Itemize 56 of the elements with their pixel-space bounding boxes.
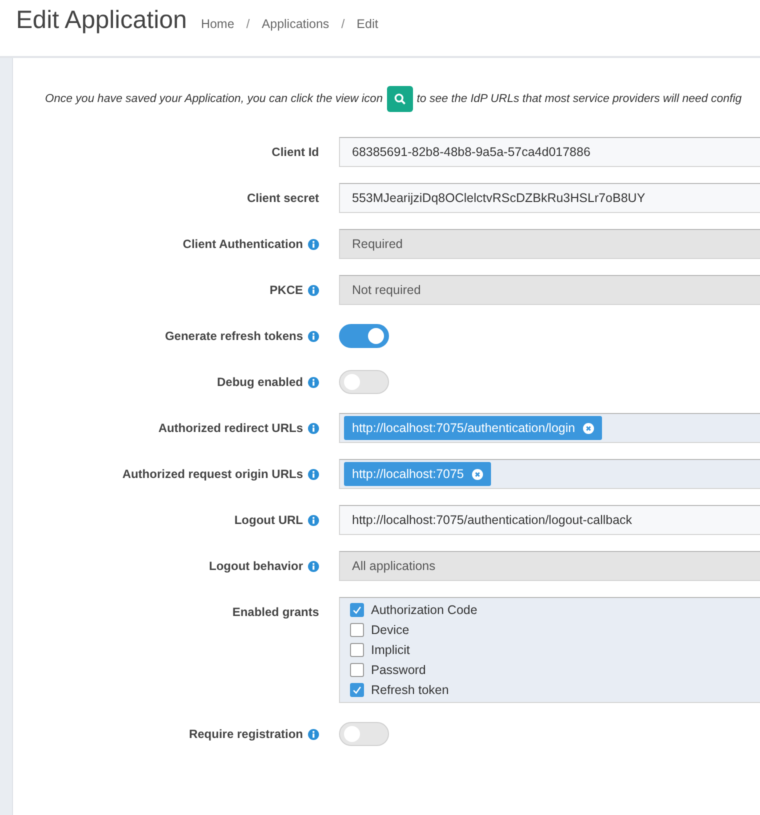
field-label: Debug enabled [216,375,303,389]
text-field[interactable]: 68385691-82b8-48b8-9a5a-57ca4d017886 [339,137,760,167]
select-field[interactable]: All applications [339,551,760,581]
text-field[interactable]: 553MJearijziDq8OClelctvRScDZBkRu3HSLr7oB8UY [339,183,760,213]
toggle-switch[interactable] [339,722,389,746]
field-label: Client secret [246,191,319,205]
field-label: Authorized redirect URLs [158,421,303,435]
field-label: Generate refresh tokens [164,329,303,343]
search-icon [394,93,406,105]
field-label: Client Id [272,145,319,159]
checkbox-label: Implicit [371,643,410,657]
toggle-switch[interactable] [339,370,389,394]
field-label: Client Authentication [182,237,303,251]
field-label: Logout URL [234,513,303,527]
breadcrumb-link[interactable]: Applications [262,17,330,31]
url-tag: http://localhost:7075 [344,462,491,486]
breadcrumb-separator: / [341,17,345,31]
select-field[interactable]: Required [339,229,760,259]
field-label: Authorized request origin URLs [122,467,303,481]
tags-field[interactable]: http://localhost:7075 [339,459,760,489]
info-icon[interactable] [308,330,319,342]
checkbox[interactable] [350,623,364,637]
checkbox-label: Authorization Code [371,603,478,617]
text-field[interactable]: http://localhost:7075/authentication/logout-callback [339,505,760,535]
field-label: Logout behavior [209,559,303,573]
view-button[interactable] [386,86,413,112]
info-icon[interactable] [308,728,319,740]
select-field[interactable]: Not required [339,275,760,305]
info-icon[interactable] [308,376,319,388]
checkbox[interactable] [350,603,364,617]
breadcrumb-separator: / [246,17,250,31]
url-tag: http://localhost:7075/authentication/login [344,416,602,440]
field-label: PKCE [270,283,303,297]
checkbox-label: Device [371,623,410,637]
checkbox-label: Refresh token [371,683,449,697]
info-icon[interactable] [308,514,319,526]
info-icon[interactable] [308,560,319,572]
breadcrumb-link[interactable]: Edit [356,17,378,31]
page-title: Edit Application [16,6,187,35]
field-label: Require registration [188,727,303,741]
checkbox-label: Password [371,663,426,677]
info-icon[interactable] [308,468,319,480]
info-icon[interactable] [308,284,319,296]
info-icon[interactable] [308,422,319,434]
info-icon[interactable] [308,238,319,250]
tags-field[interactable]: http://localhost:7075/authentication/login [339,413,760,443]
remove-icon[interactable] [472,468,483,480]
breadcrumb-link[interactable]: Home [200,17,234,31]
toggle-switch[interactable] [339,324,389,348]
remove-icon[interactable] [583,422,594,434]
checkbox[interactable] [350,643,364,657]
notice-text: Once you have saved your Application, you can click the view icon [45,93,383,105]
checkbox[interactable] [350,663,364,677]
checkbox[interactable] [350,683,364,697]
field-label: Enabled grants [232,605,319,619]
notice-text: to see the IdP URLs that most service providers will need config [416,93,742,105]
